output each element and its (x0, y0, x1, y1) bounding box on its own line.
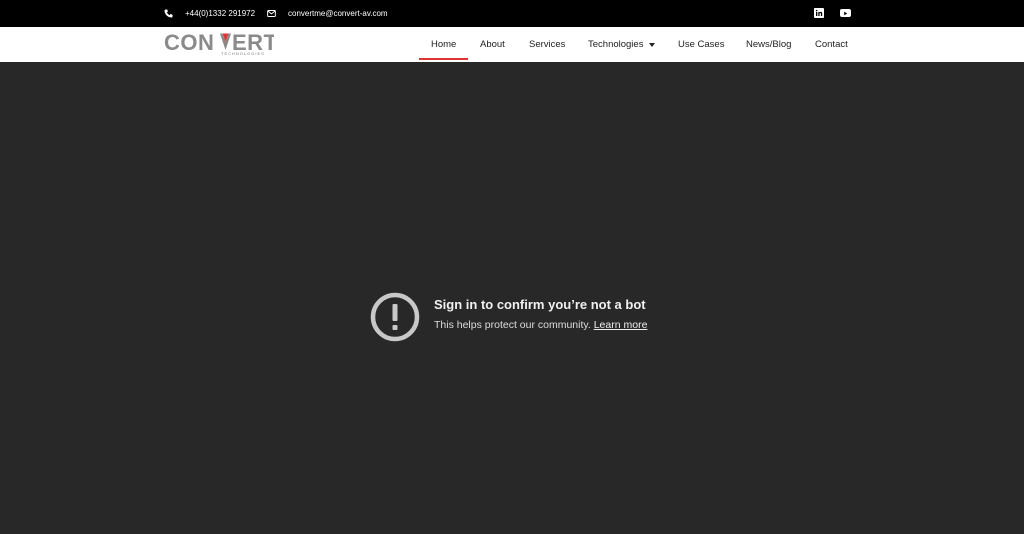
phone-icon (164, 9, 173, 18)
nav-label: Home (431, 39, 457, 50)
learn-more-link[interactable]: Learn more (594, 319, 648, 331)
alert-icon (370, 292, 420, 342)
nav-news-blog[interactable]: News/Blog (746, 27, 791, 62)
nav-home[interactable]: Home (418, 27, 469, 62)
top-bar: +44(0)1332 291972 convertme@convert-av.c… (0, 0, 1024, 27)
nav-label: Technologies (588, 39, 644, 50)
main-navigation: CON ERT TECHNOLOGIES Home About Services… (0, 27, 1024, 62)
nav-about[interactable]: About (480, 27, 505, 62)
nav-technologies[interactable]: Technologies (588, 27, 656, 62)
email-address: convertme@convert-av.com (288, 9, 388, 18)
nav-label: News/Blog (746, 39, 792, 50)
phone-contact[interactable]: +44(0)1332 291972 (164, 0, 255, 27)
nav-label: Contact (815, 39, 848, 50)
nav-services[interactable]: Services (529, 27, 565, 62)
notice-message: This helps protect our community. (434, 319, 591, 331)
nav-label: Use Cases (678, 39, 725, 50)
nav-use-cases[interactable]: Use Cases (678, 27, 724, 62)
bot-check-notice: Sign in to confirm you’re not a bot This… (370, 292, 647, 342)
nav-contact[interactable]: Contact (815, 27, 848, 62)
envelope-icon (267, 10, 276, 17)
company-logo[interactable]: CON ERT TECHNOLOGIES (164, 30, 277, 58)
youtube-icon[interactable] (840, 9, 851, 17)
email-contact[interactable]: convertme@convert-av.com (267, 0, 388, 27)
notice-text: Sign in to confirm you’re not a bot This… (434, 292, 647, 342)
linkedin-icon[interactable] (814, 8, 824, 18)
notice-title: Sign in to confirm you’re not a bot (434, 297, 646, 312)
notice-body: This helps protect our community. Learn … (434, 319, 647, 331)
svg-text:CON: CON (164, 31, 214, 55)
phone-number: +44(0)1332 291972 (185, 9, 256, 18)
logo-subtitle: TECHNOLOGIES (221, 51, 265, 56)
caret-down-icon (649, 42, 656, 47)
nav-label: About (480, 39, 505, 50)
nav-label: Services (529, 39, 566, 50)
